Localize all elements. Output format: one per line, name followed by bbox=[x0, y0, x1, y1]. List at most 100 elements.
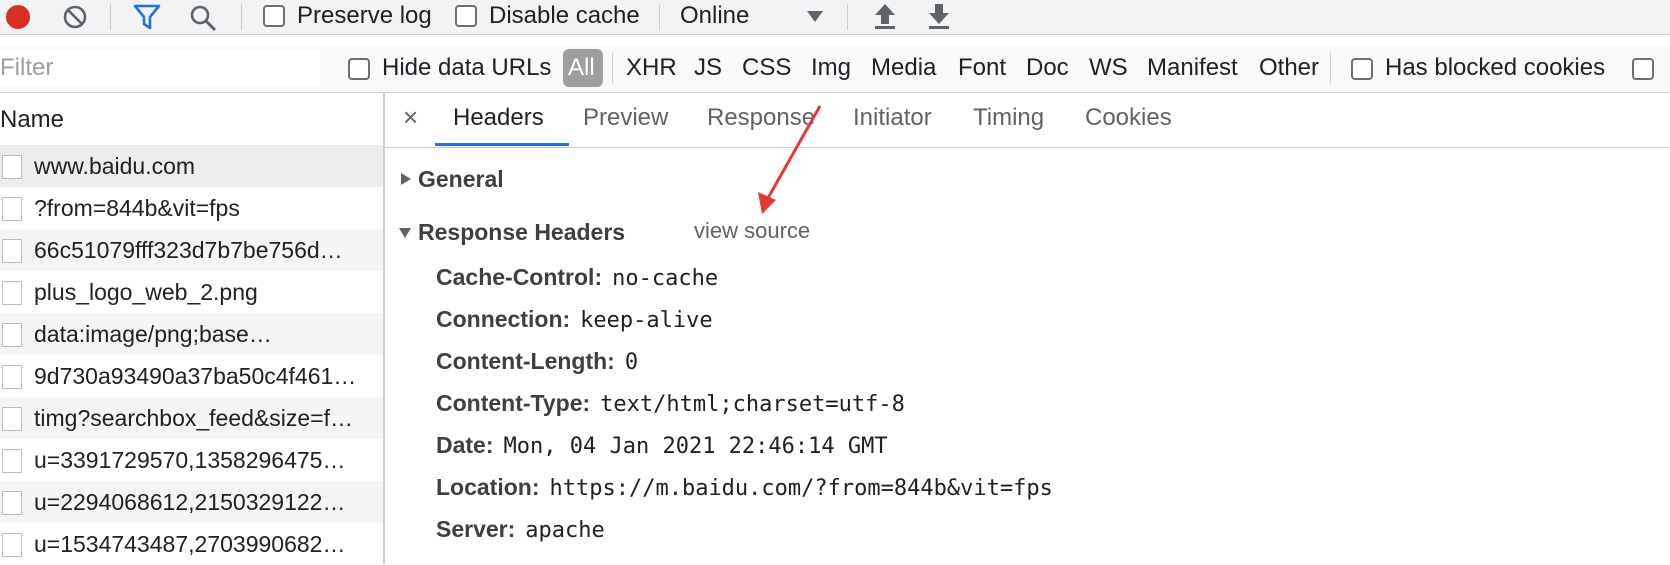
file-icon bbox=[2, 155, 22, 179]
request-name: u=1534743487,2703990682… bbox=[34, 531, 346, 557]
type-filter-ws[interactable]: WS bbox=[1089, 53, 1128, 83]
disable-cache-checkbox[interactable] bbox=[455, 5, 477, 27]
name-column-label: Name bbox=[0, 106, 65, 133]
file-icon bbox=[2, 197, 22, 221]
header-name: Content-Length: bbox=[436, 348, 615, 374]
response-header-row: Cache-Control: no-cache bbox=[436, 262, 718, 294]
has-blocked-cookies-label: Has blocked cookies bbox=[1385, 54, 1606, 81]
header-value: no-cache bbox=[612, 266, 719, 291]
file-icon bbox=[2, 365, 22, 389]
response-header-row: Server: apache bbox=[436, 514, 605, 546]
header-name: Cache-Control: bbox=[436, 264, 603, 290]
throttling-select[interactable]: Online bbox=[680, 0, 830, 32]
header-value: text/html;charset=utf-8 bbox=[600, 392, 905, 417]
name-column-header[interactable]: Name bbox=[0, 93, 383, 146]
request-name: 9d730a93490a37ba50c4f461… bbox=[34, 363, 357, 389]
request-row[interactable]: www.baidu.com bbox=[0, 145, 383, 187]
annotation-arrow bbox=[758, 105, 822, 214]
type-filter-xhr[interactable]: XHR bbox=[626, 53, 677, 83]
request-name: timg?searchbox_feed&size=f… bbox=[34, 405, 353, 431]
header-name: Server: bbox=[436, 516, 516, 542]
header-name: Content-Type: bbox=[436, 390, 591, 416]
type-filter-media[interactable]: Media bbox=[871, 53, 936, 83]
response-header-row: Location: https://m.baidu.com/?from=844b&… bbox=[436, 472, 1053, 504]
type-filter-doc[interactable]: Doc bbox=[1026, 53, 1069, 83]
request-name: data:image/png;base… bbox=[34, 321, 272, 347]
filter-bar: Filter Hide data URLs All XHR JS CSS Img… bbox=[0, 46, 1670, 93]
header-value: https://m.baidu.com/?from=844b&vit=fps bbox=[549, 476, 1053, 501]
tab-headers[interactable]: Headers bbox=[453, 103, 544, 133]
file-icon bbox=[2, 281, 22, 305]
blocked-requests-checkbox[interactable] bbox=[1632, 58, 1654, 80]
request-row[interactable]: u=2294068612,2150329122… bbox=[0, 481, 383, 523]
export-har-icon[interactable] bbox=[926, 2, 952, 35]
import-har-icon[interactable] bbox=[872, 2, 898, 35]
disable-cache-label: Disable cache bbox=[489, 2, 640, 29]
tab-cookies[interactable]: Cookies bbox=[1085, 103, 1172, 133]
request-name: u=3391729570,1358296475… bbox=[34, 447, 346, 473]
type-filter-css[interactable]: CSS bbox=[742, 53, 791, 83]
active-tab-underline bbox=[435, 143, 569, 146]
preserve-log-checkbox[interactable] bbox=[263, 5, 285, 27]
header-name: Date: bbox=[436, 432, 494, 458]
triangle-right-icon bbox=[401, 173, 411, 185]
triangle-down-icon bbox=[399, 228, 411, 238]
response-header-row: Date: Mon, 04 Jan 2021 22:46:14 GMT bbox=[436, 430, 888, 462]
file-icon bbox=[2, 491, 22, 515]
file-icon bbox=[2, 407, 22, 431]
file-icon bbox=[2, 239, 22, 263]
preserve-log-label: Preserve log bbox=[297, 2, 432, 29]
record-button[interactable] bbox=[6, 5, 30, 29]
request-row[interactable]: 66c51079fff323d7b7be756d… bbox=[0, 229, 383, 271]
file-icon bbox=[2, 323, 22, 347]
request-row[interactable]: plus_logo_web_2.png bbox=[0, 271, 383, 313]
request-row[interactable]: u=1534743487,2703990682… bbox=[0, 523, 383, 565]
filter-icon[interactable] bbox=[132, 2, 162, 37]
chevron-down-icon bbox=[807, 11, 823, 22]
view-source-link[interactable]: view source bbox=[694, 216, 810, 246]
response-header-row: Content-Type: text/html;charset=utf-8 bbox=[436, 388, 905, 420]
header-value: 0 bbox=[624, 350, 639, 375]
request-row[interactable]: timg?searchbox_feed&size=f… bbox=[0, 397, 383, 439]
response-headers-label: Response Headers bbox=[418, 219, 626, 245]
filter-placeholder: Filter bbox=[0, 54, 54, 81]
request-name: plus_logo_web_2.png bbox=[34, 279, 258, 305]
request-name: www.baidu.com bbox=[34, 153, 196, 179]
response-headers-section-toggle[interactable]: Response Headers bbox=[398, 216, 658, 248]
type-filter-font[interactable]: Font bbox=[958, 53, 1006, 83]
tab-initiator[interactable]: Initiator bbox=[853, 103, 932, 133]
general-section-label: General bbox=[418, 166, 504, 192]
tab-preview[interactable]: Preview bbox=[583, 103, 668, 133]
general-section-toggle[interactable]: General bbox=[398, 163, 598, 195]
request-name: ?from=844b&vit=fps bbox=[34, 195, 240, 221]
type-filter-js[interactable]: JS bbox=[694, 53, 722, 83]
type-filter-other[interactable]: Other bbox=[1259, 53, 1319, 83]
header-name: Connection: bbox=[436, 306, 571, 332]
filter-input[interactable]: Filter bbox=[0, 50, 320, 86]
hide-data-urls-checkbox[interactable] bbox=[348, 58, 370, 80]
request-row[interactable]: data:image/png;base… bbox=[0, 313, 383, 355]
network-toolbar: Preserve log Disable cache Online bbox=[0, 0, 1670, 35]
request-list: Name www.baidu.com ?from=844b&vit=fps 66c5… bbox=[0, 93, 383, 565]
type-filter-img[interactable]: Img bbox=[811, 53, 851, 83]
header-value: apache bbox=[525, 518, 605, 543]
close-details-icon[interactable]: × bbox=[403, 102, 418, 132]
file-icon bbox=[2, 449, 22, 473]
hide-data-urls-label: Hide data URLs bbox=[382, 54, 552, 81]
response-header-row: Content-Length: 0 bbox=[436, 346, 638, 378]
header-value: Mon, 04 Jan 2021 22:46:14 GMT bbox=[503, 434, 888, 459]
type-filter-all[interactable]: All bbox=[563, 49, 603, 87]
request-row[interactable]: ?from=844b&vit=fps bbox=[0, 187, 383, 229]
request-row[interactable]: u=3391729570,1358296475… bbox=[0, 439, 383, 481]
clear-icon[interactable] bbox=[62, 4, 87, 29]
tab-timing[interactable]: Timing bbox=[973, 103, 1044, 133]
response-header-row: Connection: keep-alive bbox=[436, 304, 713, 336]
search-icon[interactable] bbox=[188, 3, 218, 38]
type-filter-manifest[interactable]: Manifest bbox=[1147, 53, 1238, 83]
panel-divider[interactable] bbox=[383, 93, 385, 564]
header-name: Location: bbox=[436, 474, 540, 500]
type-filter-all-label: All bbox=[568, 54, 595, 81]
request-row[interactable]: 9d730a93490a37ba50c4f461… bbox=[0, 355, 383, 397]
has-blocked-cookies-checkbox[interactable] bbox=[1351, 58, 1373, 80]
request-name: u=2294068612,2150329122… bbox=[34, 489, 346, 515]
